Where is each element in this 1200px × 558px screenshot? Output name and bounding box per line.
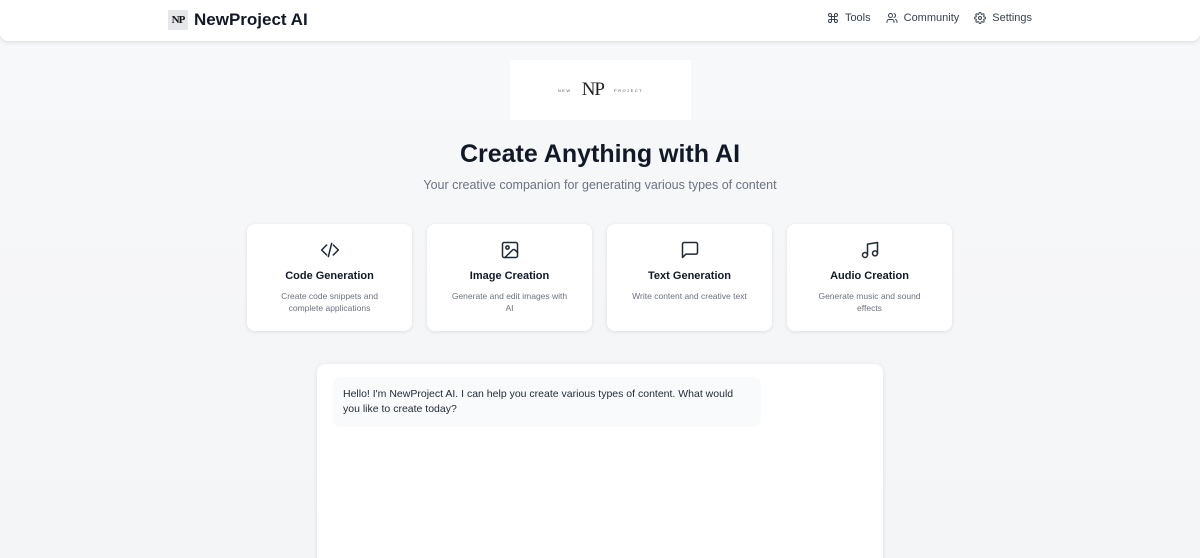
brand-title: NewProject AI [194, 10, 308, 29]
card-code-generation[interactable]: Code Generation Create code snippets and… [247, 224, 412, 331]
brand-logo: NP [168, 10, 188, 30]
card-description: Create code snippets and complete applic… [281, 291, 378, 313]
hero-logo: NEW NP PROJECT [510, 60, 691, 120]
card-title: Text Generation [648, 270, 731, 282]
assistant-message: Hello! I'm NewProject AI. I can help you… [333, 377, 761, 427]
card-image-creation[interactable]: Image Creation Generate and edit images … [427, 224, 592, 331]
music-icon [861, 241, 878, 259]
top-header: NP NewProject AI Tools Community Setting… [0, 0, 1200, 41]
card-description: Write content and creative text [632, 291, 747, 301]
message-icon [681, 241, 698, 259]
nav-settings[interactable]: Settings [974, 12, 1032, 24]
brand[interactable]: NP NewProject AI [168, 10, 308, 30]
card-title: Image Creation [469, 270, 550, 282]
chat-panel: Hello! I'm NewProject AI. I can help you… [317, 364, 883, 558]
command-icon [827, 13, 838, 23]
card-text-generation[interactable]: Text Generation Write content and creati… [607, 224, 772, 331]
hero-logo-center: NP [581, 79, 605, 100]
hero-logo-left: NEW [557, 87, 572, 93]
card-title: Code Generation [285, 270, 374, 282]
nav-community-label: Community [903, 12, 960, 24]
code-icon [320, 242, 339, 258]
nav-community[interactable]: Community [886, 12, 960, 24]
card-audio-creation[interactable]: Audio Creation Generate music and sound … [787, 224, 952, 331]
nav-tools[interactable]: Tools [827, 12, 871, 24]
gear-icon [974, 12, 987, 24]
feature-cards: Code Generation Create code snippets and… [247, 224, 952, 331]
card-title: Audio Creation [830, 270, 909, 282]
main-nav: Tools Community Settings [827, 12, 1032, 24]
image-icon [501, 241, 518, 259]
nav-settings-label: Settings [992, 12, 1032, 24]
users-icon [886, 13, 898, 23]
hero-logo-right: PROJECT [613, 87, 644, 93]
page-title: Create Anything with AI [459, 140, 741, 168]
card-description: Generate and edit images with AI [451, 291, 568, 313]
page-subtitle: Your creative companion for generating v… [423, 178, 777, 192]
nav-tools-label: Tools [844, 12, 871, 24]
card-description: Generate music and sound effects [818, 291, 921, 313]
